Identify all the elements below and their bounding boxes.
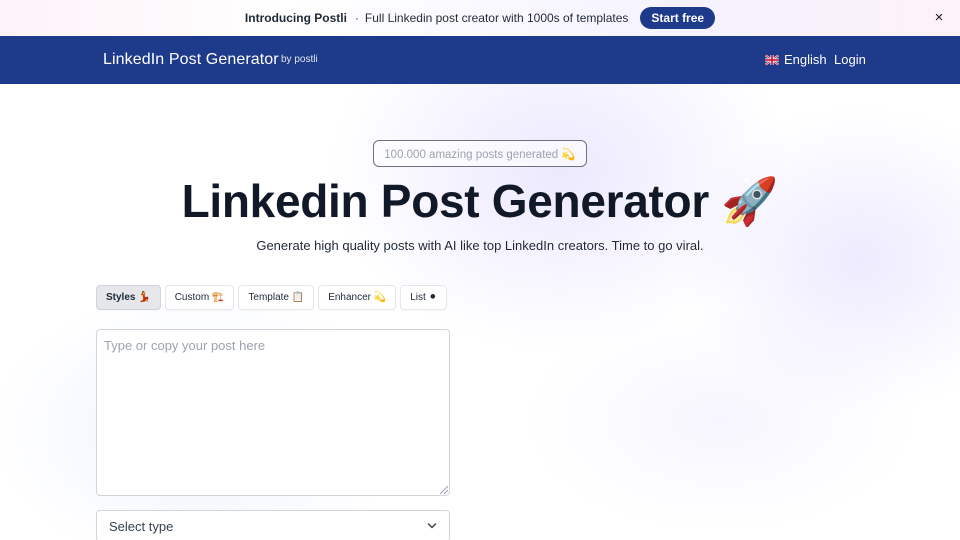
post-textarea[interactable] [96, 329, 450, 496]
announcement-text: Full Linkedin post creator with 1000s of… [364, 11, 629, 25]
navbar: LinkedIn Post Generator by postli Englis… [0, 36, 960, 84]
language-label: English [784, 52, 827, 67]
close-icon[interactable]: × [930, 9, 948, 27]
page-subtitle: Generate high quality posts with AI like… [256, 238, 704, 253]
announcement-title: Introducing Postli [244, 11, 347, 25]
tab-template[interactable]: Template 📋 [238, 285, 315, 310]
uk-flag-icon [765, 54, 779, 65]
chevron-down-icon [427, 523, 437, 529]
generator-tabs: Styles 💃 Custom 🏗️ Template 📋 Enhancer 💫… [96, 285, 447, 310]
start-free-button[interactable]: Start free [640, 7, 716, 29]
type-select[interactable]: Select type [96, 510, 450, 540]
type-select-value: Select type [109, 518, 174, 534]
textarea-resize-handle[interactable] [440, 486, 448, 494]
tab-styles[interactable]: Styles 💃 [96, 285, 161, 310]
login-link[interactable]: Login [834, 52, 866, 67]
language-selector[interactable]: English [765, 52, 827, 67]
brand-byline: by postli [281, 54, 318, 65]
brand-title[interactable]: LinkedIn Post Generator [103, 51, 279, 69]
page-title: Linkedin Post Generator 🚀 [181, 175, 779, 227]
tab-enhancer[interactable]: Enhancer 💫 [318, 285, 397, 310]
tab-list[interactable]: List ⚫ [400, 285, 447, 310]
posts-counter-badge: 100.000 amazing posts generated 💫 [373, 140, 587, 167]
announcement-bar: Introducing Postli · Full Linkedin post … [0, 0, 960, 36]
announcement-separator: · [354, 11, 359, 25]
tab-custom[interactable]: Custom 🏗️ [164, 285, 235, 310]
